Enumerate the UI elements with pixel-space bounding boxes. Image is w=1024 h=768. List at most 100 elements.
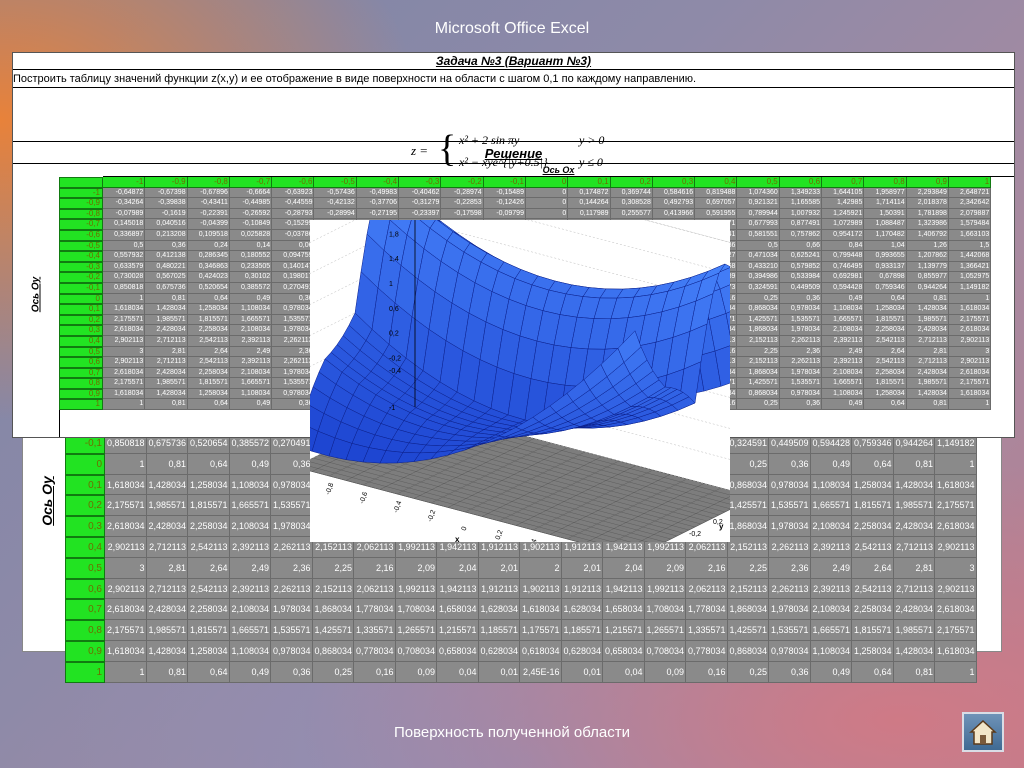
table-cell: 0,36 [779, 399, 823, 411]
back-table-cell: 0,81 [146, 661, 188, 683]
table-cell: 0,64 [864, 293, 907, 305]
table-cell: 1,425571 [737, 378, 780, 389]
table-cell: 1,618034 [103, 304, 146, 315]
table-cell: 1,258034 [187, 304, 230, 315]
table-cell: 0,145018 [103, 219, 146, 230]
table-cell: 2,392113 [229, 357, 273, 368]
y-header-cell: -0,6 [59, 229, 103, 241]
table-cell: 2,175571 [103, 378, 146, 389]
back-table-cell: 0,868034 [312, 640, 354, 662]
table-cell: 0,198017 [272, 272, 315, 283]
x-header-cell: -0,7 [229, 177, 273, 188]
table-cell: -0,26592 [229, 208, 273, 220]
table-cell: 1,985571 [906, 314, 949, 326]
table-cell: 0,81 [906, 293, 949, 305]
x-tick-label: -0,2 [427, 509, 438, 523]
y-header-cell: 0,5 [59, 346, 103, 358]
table-cell: 0,759346 [864, 282, 907, 294]
home-button[interactable] [962, 712, 1004, 752]
y-header-cell: 0,6 [59, 357, 103, 368]
table-cell: 1,442068 [948, 251, 992, 262]
back-table-cell: 2,36 [769, 557, 811, 579]
back-table-cell: 1,535571 [769, 495, 811, 517]
back-table-cell: 1,868034 [727, 599, 769, 621]
table-cell: -0,64872 [103, 187, 146, 199]
back-table-cell: 2,01 [561, 557, 603, 579]
table-cell: 1,165585 [779, 198, 823, 209]
back-table-cell: 3 [935, 557, 977, 579]
table-cell: 0,625241 [779, 251, 823, 262]
table-row: -0,9 -0,34264 -0,39838 -0,43411 -0,44985 -0,4… [59, 198, 992, 209]
table-cell: 0,81 [145, 399, 188, 411]
y-tick-label: -0,2 [689, 531, 701, 538]
table-cell: 2,262113 [272, 335, 315, 347]
table-cell: 1,535571 [272, 378, 315, 389]
back-table-cell: 0,16 [354, 661, 396, 683]
back-table-cell: 2,108034 [810, 599, 852, 621]
table-cell: 0,346863 [187, 261, 230, 273]
table-cell: 0,633579 [103, 261, 146, 273]
back-table-cell: 1,665571 [229, 620, 271, 641]
table-cell: 1,781898 [906, 208, 949, 220]
table-cell: 2,36 [272, 346, 315, 358]
table-cell: 1,644105 [822, 187, 865, 199]
table-cell: 1,425571 [737, 314, 780, 326]
back-table-cell: 1,265571 [644, 620, 686, 641]
table-cell: 0,533984 [779, 272, 823, 283]
back-table-cell: 0,81 [893, 661, 935, 683]
table-cell: 0,64 [864, 399, 907, 411]
table-cell: 2,108034 [822, 367, 865, 379]
back-y-header-cell: 0 [65, 453, 105, 475]
back-table-cell: 0,36 [769, 661, 811, 683]
x-header-cell: -0,1 [483, 177, 526, 188]
table-cell: 0,06 [272, 240, 315, 252]
row-header-column: Ось Оу [13, 177, 60, 437]
back-y-header-cell: 0,5 [65, 557, 105, 579]
table-cell: 0,5 [737, 240, 780, 252]
table-cell: 1,088487 [864, 219, 907, 230]
x-header-cell: -0,2 [441, 177, 484, 188]
back-table-cell: 0,81 [893, 453, 935, 475]
back-table-cell: 2,618034 [105, 599, 147, 621]
back-table-cell: 2,062113 [354, 578, 396, 600]
table-cell: 0,424023 [187, 272, 230, 283]
table-cell: 0,819488 [695, 187, 738, 199]
back-table-cell: 2,712113 [146, 536, 188, 558]
table-cell: 0,449509 [779, 282, 823, 294]
table-cell: 0,855977 [906, 272, 949, 283]
back-table-cell: 1,258034 [188, 640, 230, 662]
back-table-cell: 1,665571 [229, 495, 271, 517]
table-cell: 0,25 [737, 399, 780, 411]
back-table-cell: 0,81 [146, 453, 188, 475]
table-cell: 1,978034 [272, 325, 315, 336]
table-cell: 2,079887 [948, 208, 992, 220]
back-table-cell: 1,185571 [561, 620, 603, 641]
x-header-cell: 0,5 [737, 177, 780, 188]
back-y-header-cell: 0,2 [65, 495, 105, 517]
back-table-cell: 1,815571 [852, 620, 894, 641]
back-table-cell: 0,49 [810, 661, 852, 683]
table-cell: 2,542113 [187, 357, 230, 368]
back-table-cell: 0,978034 [769, 474, 811, 496]
table-cell: 0,730028 [103, 272, 146, 283]
table-cell: -0,34264 [103, 198, 146, 209]
table-cell: 0,978034 [779, 388, 823, 400]
back-table-cell: 1,425571 [312, 620, 354, 641]
table-cell: 2,64 [187, 346, 230, 358]
x-axis-label: x [455, 535, 460, 542]
back-table-cell: 2,152113 [727, 536, 769, 558]
table-cell: 2,342642 [948, 198, 992, 209]
back-table-cell: 2,175571 [935, 495, 977, 517]
x-header-cell: -0,6 [272, 177, 315, 188]
x-header-cell: -0,9 [145, 177, 188, 188]
table-cell: 1,26 [906, 240, 949, 252]
table-cell: 0,286345 [187, 251, 230, 262]
back-table-cell: 0,04 [603, 661, 645, 683]
back-table-cell: 2,108034 [810, 516, 852, 537]
table-cell: -0,10849 [229, 219, 273, 230]
back-table-cell: 0,36 [271, 661, 313, 683]
back-table-cell: 0,618034 [520, 640, 562, 662]
back-table-cell: 1,992113 [644, 578, 686, 600]
slide-caption: Поверхность полученной области [393, 724, 631, 741]
back-table-cell: 0,868034 [727, 474, 769, 496]
